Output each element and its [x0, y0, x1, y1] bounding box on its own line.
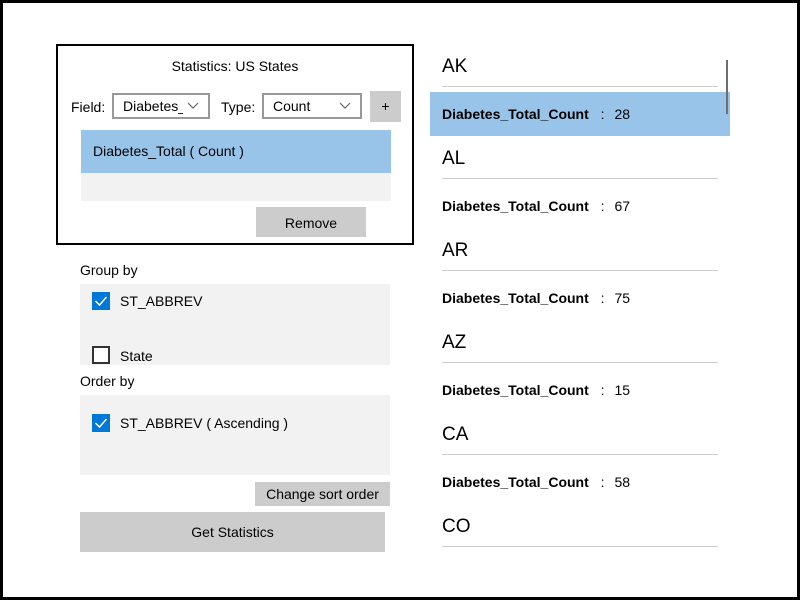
- results-scrollbar-thumb[interactable]: [726, 60, 728, 114]
- stat-name: Diabetes_Total_Count: [442, 198, 589, 214]
- add-definition-button[interactable]: +: [370, 91, 401, 122]
- app-window: Statistics: US States Field: Diabetes_To…: [3, 3, 797, 597]
- type-dropdown[interactable]: Count: [262, 93, 362, 119]
- group-divider: [442, 178, 718, 179]
- stat-value: 75: [614, 290, 631, 306]
- group-divider: [442, 546, 718, 547]
- stats-title: Statistics: US States: [171, 58, 299, 74]
- group-header: CO: [442, 516, 471, 537]
- get-statistics-button[interactable]: Get Statistics: [80, 512, 385, 552]
- type-label: Type:: [221, 99, 256, 115]
- stat-value: 15: [614, 382, 631, 398]
- group-divider: [442, 454, 718, 455]
- result-row[interactable]: Diabetes_Total_Count : 28: [430, 92, 730, 136]
- group-divider: [442, 86, 718, 87]
- field-label: Field:: [71, 99, 106, 115]
- group-divider: [442, 362, 718, 363]
- checkmark-icon: [94, 296, 108, 307]
- group-divider: [442, 270, 718, 271]
- group-field-name: ST_ABBREV: [120, 293, 203, 309]
- stat-name: Diabetes_Total_Count: [442, 382, 589, 398]
- group-header: AK: [442, 56, 468, 77]
- order-field-text: ST_ABBREV ( Ascending ): [120, 415, 289, 431]
- group-header: AZ: [442, 332, 467, 353]
- stat-name: Diabetes_Total_Count: [442, 290, 589, 306]
- result-row[interactable]: Diabetes_Total_Count : 15: [430, 368, 730, 412]
- checkmark-icon: [94, 418, 108, 429]
- group-field-name: State: [120, 348, 153, 364]
- definition-item[interactable]: Diabetes_Total ( Count ): [81, 130, 391, 173]
- stat-separator: :: [600, 290, 605, 306]
- stat-separator: :: [600, 382, 605, 398]
- order-by-list[interactable]: ST_ABBREV ( Ascending ): [80, 395, 390, 475]
- stat-value: 58: [614, 474, 631, 490]
- group-by-label: Group by: [80, 262, 138, 278]
- group-header: AL: [442, 148, 466, 169]
- checkbox-checked[interactable]: [92, 414, 110, 432]
- stat-separator: :: [600, 198, 605, 214]
- chevron-down-icon: [339, 102, 351, 109]
- result-row[interactable]: Diabetes_Total_Count : 67: [430, 184, 730, 228]
- checkbox-checked[interactable]: [92, 292, 110, 310]
- field-dropdown-value: Diabetes_Total: [123, 98, 183, 114]
- results-list[interactable]: AK Diabetes_Total_Count : 28 AL Diabetes…: [430, 44, 730, 554]
- statistics-definition-panel: Statistics: US States Field: Diabetes_To…: [56, 44, 414, 245]
- stat-name: Diabetes_Total_Count: [442, 474, 589, 490]
- group-by-list[interactable]: ST_ABBREV State: [80, 284, 390, 365]
- stat-value: 67: [614, 198, 631, 214]
- remove-button[interactable]: Remove: [256, 207, 366, 237]
- stat-separator: :: [600, 106, 605, 122]
- order-by-label: Order by: [80, 373, 135, 389]
- field-dropdown[interactable]: Diabetes_Total: [112, 93, 210, 119]
- stat-separator: :: [600, 474, 605, 490]
- group-header: AR: [442, 240, 469, 261]
- chevron-down-icon: [187, 102, 199, 109]
- group-header: CA: [442, 424, 469, 445]
- result-row[interactable]: Diabetes_Total_Count : 75: [430, 276, 730, 320]
- change-sort-order-button[interactable]: Change sort order: [255, 482, 390, 506]
- statistic-definitions-list[interactable]: Diabetes_Total ( Count ): [81, 130, 391, 201]
- stat-name: Diabetes_Total_Count: [442, 106, 589, 122]
- stat-value: 28: [614, 106, 631, 122]
- result-row[interactable]: Diabetes_Total_Count : 58: [430, 460, 730, 504]
- type-dropdown-value: Count: [273, 98, 311, 114]
- checkbox-unchecked[interactable]: [92, 346, 110, 364]
